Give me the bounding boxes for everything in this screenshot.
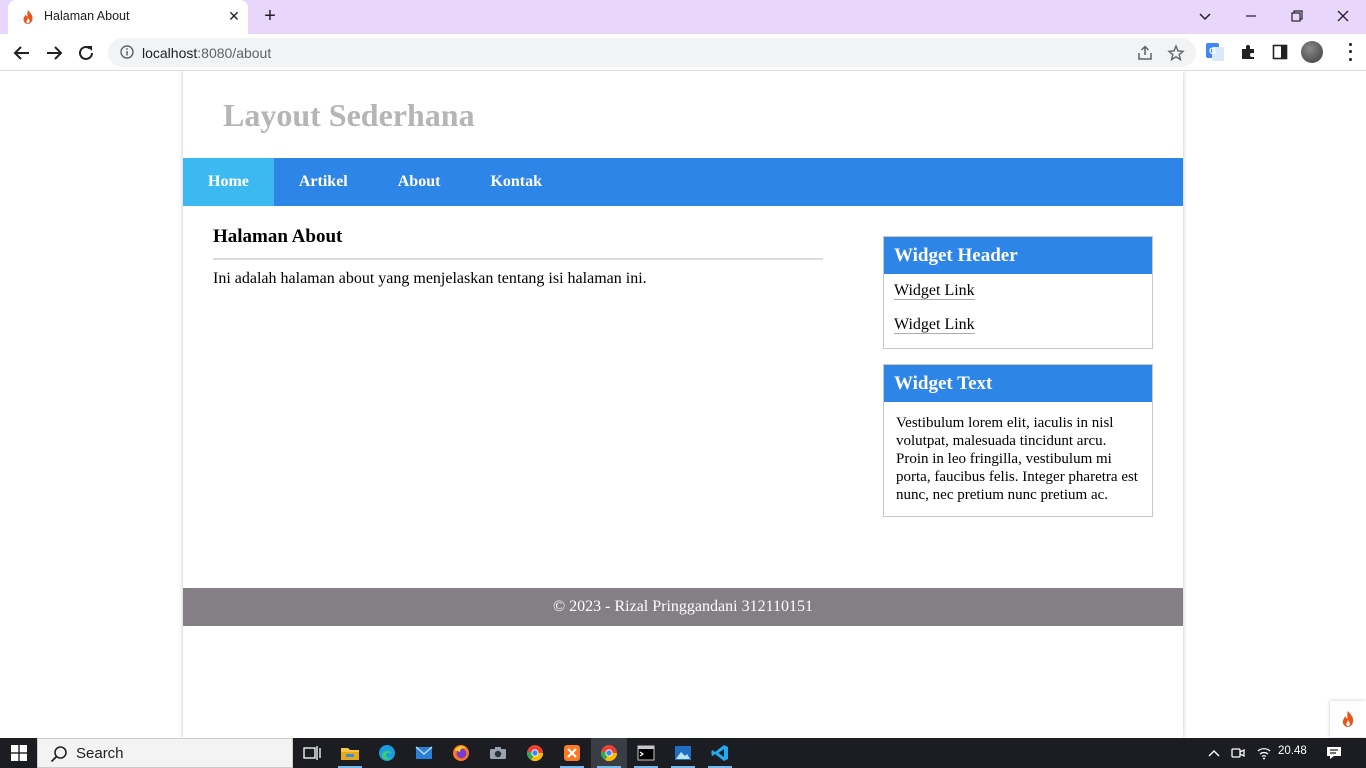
windows-start-icon[interactable] — [0, 738, 37, 768]
photos-icon[interactable] — [665, 738, 701, 768]
widget-header-title: Widget Header — [884, 237, 1152, 274]
vscode-icon[interactable] — [702, 738, 738, 768]
widget-text: Widget Text Vestibulum lorem elit, iacul… — [883, 364, 1153, 517]
side-panel-icon[interactable] — [1270, 42, 1290, 62]
meet-now-icon[interactable] — [1228, 738, 1248, 768]
task-view-icon[interactable] — [294, 738, 330, 768]
tab-close-icon[interactable]: ✕ — [224, 6, 244, 26]
taskbar-search-box[interactable]: Search — [37, 738, 293, 768]
browser-menu-icon[interactable] — [1346, 41, 1354, 63]
widget-text-body: Vestibulum lorem elit, iaculis in nisl v… — [896, 415, 1138, 503]
new-tab-icon[interactable]: + — [259, 5, 281, 27]
nav-artikel[interactable]: Artikel — [274, 158, 373, 206]
chrome-icon[interactable] — [517, 738, 553, 768]
address-bar[interactable]: localhost:8080/about — [108, 38, 1196, 67]
page-viewport: Layout Sederhana Home Artikel About Kont… — [0, 71, 1366, 738]
google-translate-icon[interactable]: G — [1205, 42, 1225, 62]
notification-center-icon[interactable] — [1322, 738, 1346, 768]
flame-floating-icon[interactable] — [1330, 701, 1366, 737]
camera-icon[interactable] — [480, 738, 516, 768]
tab-search-chevron-icon[interactable] — [1182, 0, 1228, 32]
nav-home[interactable]: Home — [183, 158, 274, 206]
widget-link-list: Widget Link Widget Link — [884, 274, 1152, 348]
main-content: Halaman About Ini adalah halaman about y… — [213, 226, 823, 288]
search-icon — [50, 746, 67, 763]
windows-taskbar: Search 20.48 — [0, 738, 1366, 768]
file-explorer-icon[interactable] — [332, 738, 368, 768]
site-title: Layout Sederhana — [223, 97, 475, 133]
tab-title: Halaman About — [44, 9, 130, 23]
widget-text-title: Widget Text — [884, 365, 1152, 402]
profile-avatar[interactable] — [1301, 41, 1323, 63]
reload-icon[interactable] — [74, 41, 98, 65]
back-arrow-icon[interactable] — [10, 41, 34, 65]
firefox-icon[interactable] — [443, 738, 479, 768]
site-header: Layout Sederhana — [183, 71, 1183, 158]
mail-icon[interactable] — [406, 738, 442, 768]
command-prompt-icon[interactable] — [628, 738, 664, 768]
flame-favicon-icon — [23, 10, 33, 24]
url-text: localhost:8080/about — [142, 45, 272, 61]
tray-chevron-up-icon[interactable] — [1204, 738, 1224, 768]
share-icon[interactable] — [1136, 44, 1154, 62]
restore-icon[interactable] — [1274, 0, 1320, 32]
extensions-puzzle-icon[interactable] — [1238, 42, 1258, 62]
nav-about[interactable]: About — [373, 158, 466, 206]
widget-link[interactable]: Widget Link — [894, 314, 1142, 348]
widget-link[interactable]: Widget Link — [894, 280, 1142, 314]
edge-browser-icon[interactable] — [369, 738, 405, 768]
widget-links: Widget Header Widget Link Widget Link — [883, 236, 1153, 349]
forward-arrow-icon[interactable] — [42, 41, 66, 65]
page-description: Ini adalah halaman about yang menjelaska… — [213, 270, 647, 287]
taskbar-clock[interactable]: 20.48 — [1278, 745, 1307, 757]
minimize-icon[interactable] — [1228, 0, 1274, 32]
bookmark-star-icon[interactable] — [1167, 44, 1185, 62]
close-window-icon[interactable] — [1320, 0, 1366, 32]
main-navigation: Home Artikel About Kontak — [183, 158, 1183, 206]
site-info-icon[interactable] — [120, 45, 134, 59]
browser-tab-strip: Halaman About ✕ + — [0, 0, 1366, 34]
site-footer: © 2023 - Rizal Pringgandani 312110151 — [183, 588, 1183, 626]
browser-toolbar: localhost:8080/about G — [0, 34, 1366, 71]
xampp-icon[interactable] — [554, 738, 590, 768]
chrome-active-icon[interactable] — [591, 738, 627, 768]
page-title: Halaman About — [213, 226, 823, 260]
search-label: Search — [76, 745, 124, 762]
browser-tab[interactable]: Halaman About ✕ — [8, 0, 248, 34]
page-container: Layout Sederhana Home Artikel About Kont… — [183, 71, 1183, 738]
wifi-icon[interactable] — [1254, 738, 1274, 768]
nav-kontak[interactable]: Kontak — [465, 158, 567, 206]
svg-text:G: G — [1209, 46, 1216, 56]
